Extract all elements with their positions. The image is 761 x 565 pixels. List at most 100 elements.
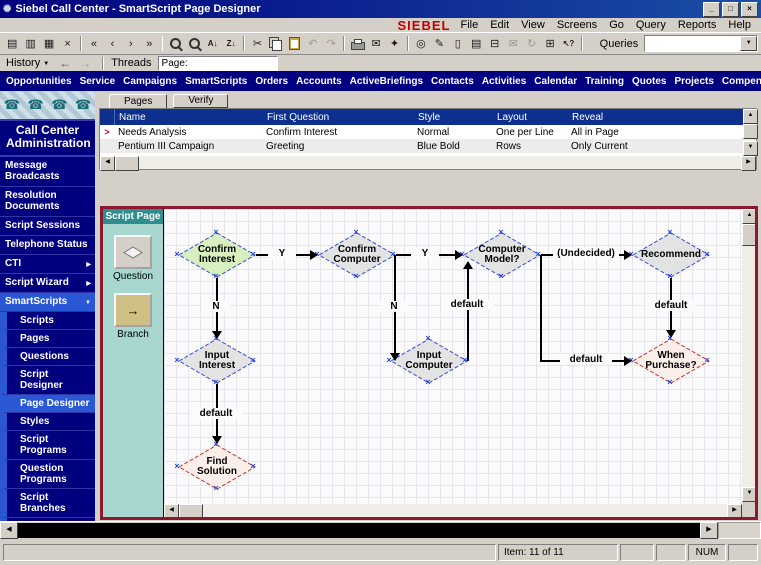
tab-service[interactable]: Service: [76, 76, 120, 87]
node-computer-model[interactable]: Computer Model? ××××: [463, 232, 541, 278]
window-horizontal-scrollbar[interactable]: ◀ ▶: [0, 521, 761, 539]
print-button[interactable]: [348, 35, 366, 53]
queries-combobox[interactable]: ▼: [644, 35, 758, 52]
next-record-button[interactable]: ›: [122, 35, 140, 53]
table-row[interactable]: Pentium III CampaignGreetingBlue BoldRow…: [100, 139, 743, 153]
menu-query[interactable]: Query: [630, 19, 672, 31]
sort-ascending-button[interactable]: A↓: [203, 35, 221, 53]
scroll-right-icon[interactable]: ▶: [727, 504, 742, 517]
scroll-left-icon[interactable]: ◀: [100, 156, 115, 171]
sidebar-item-script-branches[interactable]: Script Branches: [0, 489, 95, 518]
history-label[interactable]: History: [6, 57, 40, 69]
history-dropdown-icon[interactable]: ▼: [43, 61, 49, 67]
refresh-button[interactable]: ↻: [522, 35, 540, 53]
thread-field[interactable]: Page:: [158, 56, 278, 71]
menu-view[interactable]: View: [515, 19, 551, 31]
scrollbar-thumb[interactable]: [742, 224, 757, 246]
sidebar-item-questions[interactable]: Questions: [0, 348, 95, 366]
maximize-button[interactable]: □: [722, 2, 739, 17]
tab-accounts[interactable]: Accounts: [292, 76, 346, 87]
tab-quotes[interactable]: Quotes: [628, 76, 670, 87]
scrollbar-thumb[interactable]: [179, 504, 203, 517]
sidebar-item-cti[interactable]: CTI▶: [0, 255, 95, 274]
menu-screens[interactable]: Screens: [551, 19, 603, 31]
question-tool-button[interactable]: [114, 235, 152, 269]
send-button[interactable]: ✉: [504, 35, 522, 53]
scroll-up-icon[interactable]: ▲: [742, 209, 757, 224]
sidebar-item-resolution-documents[interactable]: Resolution Documents: [0, 187, 95, 217]
sidebar-item-message-broadcasts[interactable]: Message Broadcasts: [0, 157, 95, 187]
scrollbar-track[interactable]: [742, 246, 755, 487]
scroll-left-icon[interactable]: ◀: [164, 504, 179, 517]
find-button[interactable]: ◎: [412, 35, 430, 53]
tab-calendar[interactable]: Calendar: [530, 76, 581, 87]
column-header-name[interactable]: Name: [115, 112, 263, 123]
menu-go[interactable]: Go: [603, 19, 630, 31]
node-input-interest[interactable]: Input Interest ××××: [178, 338, 256, 384]
node-input-computer[interactable]: Input Computer ××××: [390, 338, 468, 384]
calculator-button[interactable]: ⊞: [541, 35, 559, 53]
column-header-reveal[interactable]: Reveal: [568, 112, 743, 123]
last-record-button[interactable]: »: [140, 35, 158, 53]
copy-record-button[interactable]: ▥: [21, 35, 39, 53]
new-document-button[interactable]: ▯: [449, 35, 467, 53]
sidebar-item-script-programs[interactable]: Script Programs: [0, 431, 95, 460]
help-pointer-button[interactable]: ↖?: [559, 35, 577, 53]
reports-button[interactable]: ▤: [467, 35, 485, 53]
email-button[interactable]: ✉: [367, 35, 385, 53]
node-confirm-interest[interactable]: Confirm Interest ××××: [178, 232, 256, 278]
tab-verify[interactable]: Verify: [173, 94, 228, 108]
history-forward-icon[interactable]: →: [79, 56, 91, 70]
tab-training[interactable]: Training: [581, 76, 628, 87]
node-recommend[interactable]: Recommend ××××: [632, 232, 710, 278]
scrollbar-track[interactable]: [203, 504, 727, 517]
column-header-first-question[interactable]: First Question: [263, 112, 414, 123]
scroll-down-icon[interactable]: ▼: [742, 487, 757, 502]
menu-edit[interactable]: Edit: [484, 19, 515, 31]
column-header-layout[interactable]: Layout: [493, 112, 568, 123]
sidebar-item-telephone-status[interactable]: Telephone Status: [0, 236, 95, 255]
menu-file[interactable]: File: [454, 19, 484, 31]
redo-button[interactable]: ↷: [322, 35, 340, 53]
edit-record-button[interactable]: ▦: [40, 35, 58, 53]
tab-campaigns[interactable]: Campaigns: [119, 76, 181, 87]
list-vertical-scrollbar[interactable]: ▲ ▼: [743, 109, 756, 156]
tab-pages[interactable]: Pages: [109, 94, 167, 108]
tab-activebriefings[interactable]: ActiveBriefings: [346, 76, 427, 87]
node-when-purchase[interactable]: When Purchase? ××××: [632, 338, 710, 384]
scrollbar-thumb[interactable]: [743, 124, 758, 139]
menu-reports[interactable]: Reports: [672, 19, 723, 31]
sidebar-item-scripts[interactable]: Scripts: [0, 312, 95, 330]
column-header-style[interactable]: Style: [414, 112, 493, 123]
flowchart-canvas[interactable]: Confirm Interest ×××× Confirm Computer ×…: [164, 209, 742, 504]
tab-contacts[interactable]: Contacts: [427, 76, 478, 87]
sidebar-item-styles[interactable]: Styles: [0, 413, 95, 431]
tab-activities[interactable]: Activities: [478, 76, 530, 87]
scroll-left-icon[interactable]: ◀: [0, 522, 18, 539]
canvas-vertical-scrollbar[interactable]: ▲ ▼: [742, 209, 755, 517]
table-row[interactable]: >Needs AnalysisConfirm InterestNormalOne…: [100, 125, 743, 139]
delete-record-button[interactable]: ×: [58, 35, 76, 53]
sort-descending-button[interactable]: Z↓: [222, 35, 240, 53]
sidebar-item-script-wizard[interactable]: Script Wizard▶: [0, 274, 95, 293]
sidebar-item-script-sessions[interactable]: Script Sessions: [0, 217, 95, 236]
execute-query-button[interactable]: [185, 35, 203, 53]
list-horizontal-scrollbar[interactable]: ◀ ▶: [100, 156, 756, 169]
cut-button[interactable]: ✂: [248, 35, 266, 53]
close-button[interactable]: ×: [741, 2, 758, 17]
new-record-button[interactable]: ▤: [3, 35, 21, 53]
paste-button[interactable]: [285, 35, 303, 53]
node-confirm-computer[interactable]: Confirm Computer ××××: [318, 232, 396, 278]
chevron-down-icon[interactable]: ▼: [740, 36, 757, 51]
tab-smartscripts[interactable]: SmartScripts: [181, 76, 251, 87]
branch-tool-button[interactable]: →: [114, 293, 152, 327]
scrollbar-thumb[interactable]: [18, 523, 700, 538]
tab-projects[interactable]: Projects: [670, 76, 717, 87]
scroll-up-icon[interactable]: ▲: [743, 109, 758, 124]
new-query-button[interactable]: [166, 35, 184, 53]
scrollbar-track[interactable]: [139, 156, 741, 169]
first-record-button[interactable]: «: [85, 35, 103, 53]
sidebar-item-pages[interactable]: Pages: [0, 330, 95, 348]
scrollbar-thumb[interactable]: [115, 156, 139, 171]
sidebar-item-script-designer[interactable]: Script Designer: [0, 366, 95, 395]
